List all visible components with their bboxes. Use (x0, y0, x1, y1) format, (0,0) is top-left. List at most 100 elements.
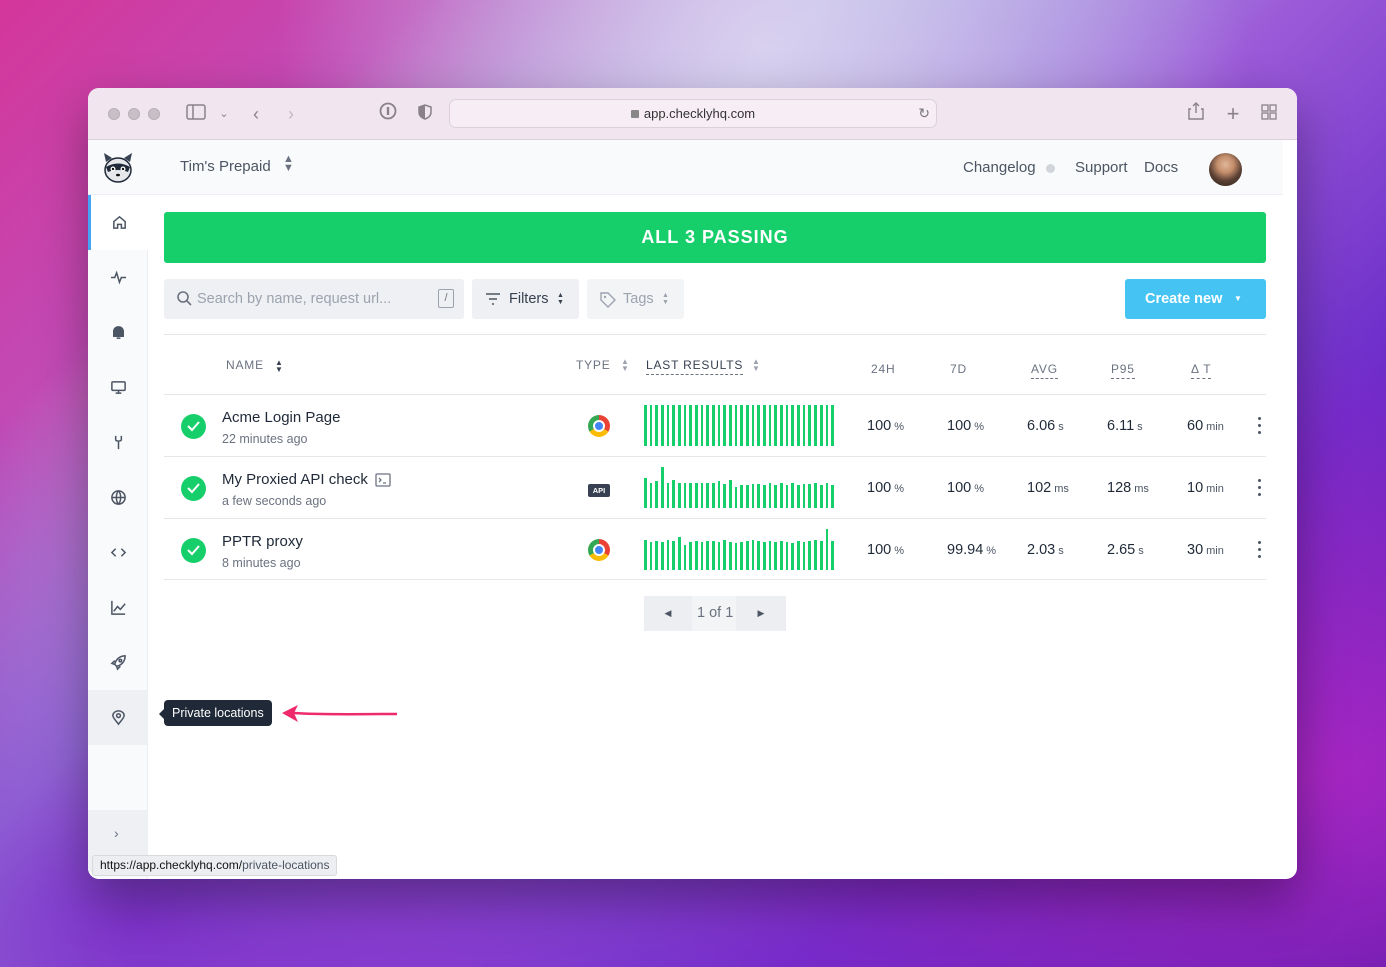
result-bar[interactable] (768, 483, 772, 508)
sidebar-item-private-locations[interactable] (88, 690, 148, 745)
sort-icon[interactable]: ▲ ▼ (621, 358, 629, 373)
result-bar[interactable] (655, 481, 659, 508)
result-bar[interactable] (819, 485, 823, 508)
result-bar[interactable] (717, 405, 721, 446)
result-bar[interactable] (717, 481, 721, 508)
results-bars[interactable] (644, 405, 834, 446)
result-bar[interactable] (683, 483, 687, 508)
result-bar[interactable] (802, 542, 806, 570)
result-bar[interactable] (780, 483, 783, 508)
result-bar[interactable] (661, 542, 664, 570)
result-bar[interactable] (695, 541, 698, 570)
result-bar[interactable] (757, 405, 761, 446)
result-bar[interactable] (678, 483, 681, 508)
result-bar[interactable] (689, 483, 693, 508)
result-bar[interactable] (774, 542, 778, 570)
column-header-last-results[interactable]: LAST RESULTS (646, 358, 744, 375)
minimize-window-button[interactable] (128, 108, 140, 120)
result-bar[interactable] (797, 405, 800, 446)
sidebar-item-activity[interactable] (88, 250, 148, 305)
results-bars[interactable] (644, 467, 834, 508)
result-bar[interactable] (825, 405, 829, 446)
column-header-avg[interactable]: AVG (1031, 362, 1058, 379)
reload-icon[interactable]: ↻ (918, 100, 930, 127)
support-link[interactable]: Support (1075, 159, 1128, 176)
result-bar[interactable] (808, 484, 812, 508)
new-tab-icon[interactable]: + (1221, 102, 1245, 126)
sidebar-toggle-icon[interactable] (184, 102, 208, 126)
result-bar[interactable] (683, 545, 687, 570)
result-bar[interactable] (672, 541, 676, 570)
close-window-button[interactable] (108, 108, 120, 120)
result-bar[interactable] (666, 540, 670, 570)
sidebar-item-maintenance[interactable] (88, 415, 148, 470)
result-bar[interactable] (655, 541, 659, 570)
result-bar[interactable] (785, 542, 789, 570)
result-bar[interactable] (814, 405, 817, 446)
result-bar[interactable] (706, 405, 710, 446)
changelog-link[interactable]: Changelog (963, 159, 1036, 176)
result-bar[interactable] (751, 405, 755, 446)
result-bar[interactable] (672, 405, 676, 446)
column-header-name[interactable]: NAME (226, 358, 264, 372)
result-bar[interactable] (808, 541, 812, 570)
table-row[interactable]: My Proxied API check a few seconds ago A… (164, 456, 1266, 518)
column-header-delta-t[interactable]: Δ T (1191, 362, 1212, 379)
result-bar[interactable] (814, 540, 817, 570)
password-manager-icon[interactable] (376, 102, 400, 126)
result-bar[interactable] (712, 541, 715, 570)
result-bar[interactable] (734, 487, 738, 508)
result-bar[interactable] (644, 478, 647, 508)
result-bar[interactable] (666, 405, 670, 446)
result-bar[interactable] (734, 405, 738, 446)
row-menu-icon[interactable] (1258, 541, 1262, 559)
result-bar[interactable] (717, 542, 721, 570)
result-bar[interactable] (763, 542, 766, 570)
result-bar[interactable] (649, 542, 653, 570)
sidebar-item-alerts[interactable] (88, 305, 148, 360)
result-bar[interactable] (797, 485, 800, 508)
column-header-p95[interactable]: P95 (1111, 362, 1135, 379)
checkly-raccoon-logo[interactable] (100, 150, 136, 184)
sort-icon[interactable]: ▲ ▼ (752, 358, 760, 373)
column-header-24h[interactable]: 24H (871, 362, 895, 376)
result-bar[interactable] (740, 542, 744, 570)
result-bar[interactable] (797, 541, 800, 570)
result-bar[interactable] (644, 405, 647, 446)
result-bar[interactable] (791, 543, 795, 570)
result-bar[interactable] (757, 541, 761, 570)
result-bar[interactable] (678, 405, 681, 446)
check-name[interactable]: PPTR proxy (222, 533, 303, 550)
result-bar[interactable] (672, 480, 676, 508)
row-menu-icon[interactable] (1258, 479, 1262, 497)
result-bar[interactable] (751, 540, 755, 570)
account-name[interactable]: Tim's Prepaid (180, 158, 271, 175)
result-bar[interactable] (819, 405, 823, 446)
check-name[interactable]: My Proxied API check (222, 471, 368, 488)
result-bar[interactable] (825, 529, 829, 570)
result-bar[interactable] (729, 405, 732, 446)
result-bar[interactable] (655, 405, 659, 446)
result-bar[interactable] (831, 541, 834, 570)
back-icon[interactable]: ‹ (244, 102, 268, 126)
result-bar[interactable] (666, 483, 670, 508)
result-bar[interactable] (649, 405, 653, 446)
result-bar[interactable] (706, 541, 710, 570)
result-bar[interactable] (740, 405, 744, 446)
result-bar[interactable] (780, 405, 783, 446)
result-bar[interactable] (791, 483, 795, 508)
sidebar-item-deploy[interactable] (88, 635, 148, 690)
check-name[interactable]: Acme Login Page (222, 409, 340, 426)
sidebar-item-reporting[interactable] (88, 580, 148, 635)
tab-overview-icon[interactable] (1257, 102, 1281, 126)
result-bar[interactable] (831, 405, 834, 446)
shield-icon[interactable] (413, 102, 437, 126)
result-bar[interactable] (689, 542, 693, 570)
prev-page-button[interactable]: ◀ (644, 596, 692, 631)
result-bar[interactable] (746, 485, 749, 508)
result-bar[interactable] (644, 540, 647, 570)
filters-button[interactable]: Filters ▲ ▼ (472, 279, 579, 319)
docs-link[interactable]: Docs (1144, 159, 1178, 176)
result-bar[interactable] (740, 485, 744, 508)
result-bar[interactable] (774, 485, 778, 508)
